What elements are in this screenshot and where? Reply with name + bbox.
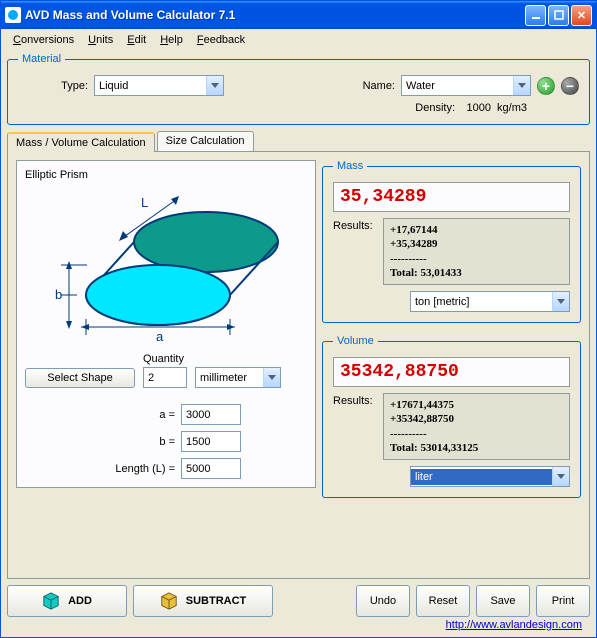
shape-diagram: a b L — [31, 187, 301, 347]
tab-size[interactable]: Size Calculation — [157, 131, 254, 151]
quantity-input[interactable] — [143, 367, 187, 388]
length-input[interactable] — [181, 458, 241, 479]
menu-units[interactable]: Units — [82, 32, 119, 48]
name-combo[interactable]: Water — [401, 75, 531, 96]
tab-body: Elliptic Prism — [7, 151, 590, 579]
a-label: a = — [159, 409, 175, 421]
volume-legend: Volume — [333, 335, 378, 347]
mass-results-box: +17,67144 +35,34289 ---------- Total: 53… — [383, 218, 570, 285]
maximize-button[interactable] — [548, 5, 569, 26]
material-legend: Material — [18, 53, 65, 65]
mass-group: Mass 35,34289 Results: +17,67144 +35,342… — [322, 160, 581, 323]
quantity-label: Quantity — [143, 353, 187, 365]
a-input[interactable] — [181, 404, 241, 425]
action-bar: ADD SUBTRACT Undo Reset Save Print — [7, 585, 590, 617]
volume-results-label: Results: — [333, 393, 377, 460]
shape-title: Elliptic Prism — [25, 169, 307, 181]
remove-material-icon[interactable]: − — [561, 77, 579, 95]
density-value: 1000 — [461, 102, 491, 114]
select-shape-button[interactable]: Select Shape — [25, 368, 135, 388]
tab-mass-volume[interactable]: Mass / Volume Calculation — [7, 132, 155, 152]
volume-results-box: +17671,44375 +35342,88750 ---------- Tot… — [383, 393, 570, 460]
chevron-down-icon[interactable] — [513, 76, 530, 95]
subtract-button[interactable]: SUBTRACT — [133, 585, 273, 617]
menubar: Conversionsdocument.currentScript.previo… — [1, 29, 596, 51]
length-unit-value: millimeter — [196, 370, 263, 386]
close-button[interactable]: ✕ — [571, 5, 592, 26]
cube-subtract-icon — [160, 592, 178, 610]
material-group: Material Type: Liquid Name: Water + − De… — [7, 53, 590, 125]
dim-L-label: L — [141, 195, 148, 210]
print-button[interactable]: Print — [536, 585, 590, 617]
footer: http://www.avlandesign.com — [7, 617, 590, 631]
length-label: Length (L) = — [115, 463, 175, 475]
results-column: Mass 35,34289 Results: +17,67144 +35,342… — [322, 160, 581, 570]
chevron-down-icon[interactable] — [552, 292, 569, 311]
length-unit-combo[interactable]: millimeter — [195, 367, 281, 388]
cube-add-icon — [42, 592, 60, 610]
chevron-down-icon[interactable] — [263, 368, 280, 387]
density-label: Density: — [415, 102, 455, 114]
save-button[interactable]: Save — [476, 585, 530, 617]
name-value: Water — [402, 78, 513, 94]
shape-panel: Elliptic Prism — [16, 160, 316, 488]
menu-feedback[interactable]: Feedback — [191, 32, 251, 48]
titlebar[interactable]: AVD Mass and Volume Calculator 7.1 ✕ — [1, 1, 596, 29]
reset-button[interactable]: Reset — [416, 585, 470, 617]
volume-unit-value: liter — [411, 469, 552, 485]
website-link[interactable]: http://www.avlandesign.com — [446, 619, 582, 631]
mass-unit-value: ton [metric] — [411, 294, 552, 310]
b-label: b = — [159, 436, 175, 448]
density-unit: kg/m3 — [497, 102, 527, 114]
dim-b-label: b — [55, 287, 62, 302]
mass-legend: Mass — [333, 160, 367, 172]
dim-a-label: a — [156, 329, 164, 344]
name-label: Name: — [363, 80, 395, 92]
chevron-down-icon[interactable] — [206, 76, 223, 95]
menu-help[interactable]: Help — [154, 32, 189, 48]
menu-edit[interactable]: Edit — [121, 32, 152, 48]
chevron-down-icon[interactable] — [552, 467, 569, 486]
volume-value: 35342,88750 — [333, 357, 570, 387]
window-title: AVD Mass and Volume Calculator 7.1 — [25, 8, 525, 22]
b-input[interactable] — [181, 431, 241, 452]
tab-strip: Mass / Volume Calculation Size Calculati… — [7, 131, 590, 151]
type-combo[interactable]: Liquid — [94, 75, 224, 96]
mass-results-label: Results: — [333, 218, 377, 285]
add-button[interactable]: ADD — [7, 585, 127, 617]
volume-unit-combo[interactable]: liter — [410, 466, 570, 487]
mass-value: 35,34289 — [333, 182, 570, 212]
volume-group: Volume 35342,88750 Results: +17671,44375… — [322, 335, 581, 498]
menu-conversions[interactable]: Conversionsdocument.currentScript.previo… — [7, 32, 80, 48]
type-label: Type: — [18, 80, 88, 92]
minimize-button[interactable] — [525, 5, 546, 26]
client-area: Material Type: Liquid Name: Water + − De… — [1, 51, 596, 637]
app-window: AVD Mass and Volume Calculator 7.1 ✕ Con… — [0, 0, 597, 638]
app-icon — [5, 7, 21, 23]
shape-column: Elliptic Prism — [16, 160, 316, 570]
mass-unit-combo[interactable]: ton [metric] — [410, 291, 570, 312]
type-value: Liquid — [95, 78, 206, 94]
undo-button[interactable]: Undo — [356, 585, 410, 617]
add-material-icon[interactable]: + — [537, 77, 555, 95]
